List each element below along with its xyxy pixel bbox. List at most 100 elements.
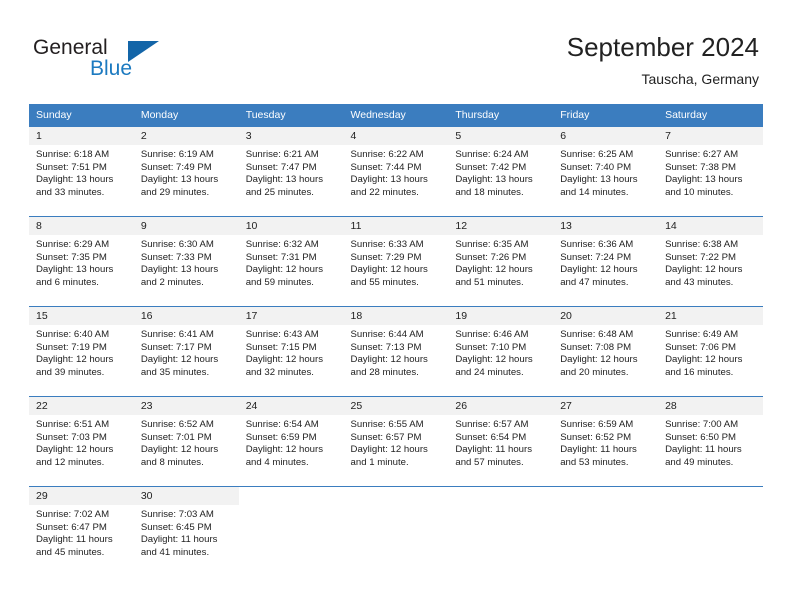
sunset-text: Sunset: 7:33 PM [140, 251, 212, 263]
day-details: Sunrise: 6:22 AM Sunset: 7:44 PM Daylight:… [344, 145, 449, 199]
day-cell[interactable]: 23 Sunrise: 6:52 AM Sunset: 7:01 PM Dayligh… [133, 396, 239, 487]
day-cell[interactable]: 6 Sunrise: 6:25 AM Sunset: 7:40 PM Daylight… [553, 126, 659, 217]
sunset-text: Sunset: 6:54 PM [455, 431, 527, 443]
day-cell[interactable]: 1 Sunrise: 6:18 AM Sunset: 7:51 PM Daylight… [29, 126, 134, 217]
sunset-text: Sunset: 6:50 PM [665, 431, 736, 443]
daylight-text-line1: Daylight: 13 hours [140, 264, 219, 276]
day-cell[interactable]: 17 Sunrise: 6:43 AM Sunset: 7:15 PM Dayligh… [238, 306, 344, 397]
daylight-text-line2: and 28 minutes. [350, 366, 419, 378]
day-cell[interactable]: 4 Sunrise: 6:22 AM Sunset: 7:44 PM Daylight… [343, 126, 449, 217]
day-cell[interactable]: 25 Sunrise: 6:55 AM Sunset: 6:57 PM Dayligh… [343, 396, 449, 487]
day-details: Sunrise: 6:41 AM Sunset: 7:17 PM Daylight:… [134, 325, 239, 379]
day-cell[interactable]: 26 Sunrise: 6:57 AM Sunset: 6:54 PM Dayligh… [448, 396, 554, 487]
sunrise-text: Sunrise: 7:02 AM [36, 509, 110, 520]
daylight-text-line2: and 51 minutes. [455, 276, 524, 288]
day-cell[interactable]: 8 Sunrise: 6:29 AM Sunset: 7:35 PM Daylight… [29, 216, 134, 307]
day-details: Sunrise: 6:25 AM Sunset: 7:40 PM Daylight:… [553, 145, 658, 199]
day-cell[interactable]: 11 Sunrise: 6:33 AM Sunset: 7:29 PM Dayligh… [343, 216, 449, 307]
daylight-text-line1: Daylight: 12 hours [36, 354, 114, 366]
day-cell[interactable]: 2 Sunrise: 6:19 AM Sunset: 7:49 PM Daylight… [133, 126, 239, 217]
sunrise-text: Sunrise: 6:55 AM [350, 419, 424, 430]
sunset-text: Sunset: 7:19 PM [36, 341, 107, 353]
daylight-text-line1: Daylight: 12 hours [245, 264, 324, 276]
daylight-text-line2: and 24 minutes. [455, 366, 524, 378]
weekday-header-wednesday: Wednesday [343, 104, 449, 127]
daylight-text-line1: Daylight: 13 hours [455, 174, 533, 186]
day-details: Sunrise: 7:02 AM Sunset: 6:47 PM Daylight:… [29, 505, 134, 559]
sunset-text: Sunset: 7:15 PM [245, 341, 317, 353]
sunset-text: Sunset: 7:17 PM [140, 341, 212, 353]
sunset-text: Sunset: 7:29 PM [350, 251, 422, 263]
day-cell[interactable]: 24 Sunrise: 6:54 AM Sunset: 6:59 PM Dayligh… [238, 396, 344, 487]
day-cell[interactable]: 13 Sunrise: 6:36 AM Sunset: 7:24 PM Dayligh… [553, 216, 659, 307]
daylight-text-line1: Daylight: 11 hours [665, 444, 742, 456]
day-cell[interactable]: 29 Sunrise: 7:02 AM Sunset: 6:47 PM Dayligh… [29, 486, 134, 576]
daylight-text-line2: and 55 minutes. [350, 276, 419, 288]
daylight-text-line1: Daylight: 12 hours [36, 444, 114, 456]
day-cell[interactable]: 16 Sunrise: 6:41 AM Sunset: 7:17 PM Dayligh… [133, 306, 239, 397]
daylight-text-line2: and 33 minutes. [36, 186, 105, 198]
sunrise-text: Sunrise: 6:30 AM [140, 239, 214, 250]
sunrise-text: Sunrise: 6:49 AM [665, 329, 739, 340]
sunrise-text: Sunrise: 6:57 AM [455, 419, 529, 430]
sunset-text: Sunset: 7:47 PM [245, 161, 317, 173]
daylight-text-line2: and 35 minutes. [140, 366, 210, 378]
day-cell[interactable]: 5 Sunrise: 6:24 AM Sunset: 7:42 PM Daylight… [448, 126, 554, 217]
daylight-text-line1: Daylight: 12 hours [665, 264, 743, 276]
week-row: 8 Sunrise: 6:29 AM Sunset: 7:35 PM Daylight… [29, 216, 763, 307]
general-blue-logo[interactable]: General Blue [33, 36, 233, 86]
sunset-text: Sunset: 7:35 PM [36, 251, 107, 263]
sunset-text: Sunset: 7:26 PM [455, 251, 527, 263]
sunset-text: Sunset: 6:47 PM [36, 521, 107, 533]
title-block: September 2024 Tauscha, Germany [567, 30, 759, 89]
day-cell[interactable]: 9 Sunrise: 6:30 AM Sunset: 7:33 PM Daylight… [133, 216, 239, 307]
day-cell[interactable]: 19 Sunrise: 6:46 AM Sunset: 7:10 PM Dayligh… [448, 306, 554, 397]
day-cell[interactable]: 30 Sunrise: 7:03 AM Sunset: 6:45 PM Dayligh… [133, 486, 239, 576]
day-number: 22 [29, 397, 134, 415]
weekday-header-row: Sunday Monday Tuesday Wednesday Thursday… [29, 104, 763, 127]
sunset-text: Sunset: 7:49 PM [140, 161, 212, 173]
daylight-text-line1: Daylight: 12 hours [665, 354, 743, 366]
sunset-text: Sunset: 7:44 PM [350, 161, 422, 173]
calendar-header: Sunday Monday Tuesday Wednesday Thursday… [29, 104, 763, 127]
day-number [238, 487, 344, 505]
sunrise-text: Sunrise: 6:48 AM [560, 329, 634, 340]
day-cell[interactable]: 7 Sunrise: 6:27 AM Sunset: 7:38 PM Daylight… [658, 126, 763, 217]
day-cell[interactable]: 21 Sunrise: 6:49 AM Sunset: 7:06 PM Dayligh… [658, 306, 763, 397]
day-cell[interactable]: 10 Sunrise: 6:32 AM Sunset: 7:31 PM Dayligh… [238, 216, 344, 307]
daylight-text-line2: and 39 minutes. [36, 366, 105, 378]
logo-text-blue: Blue [90, 57, 133, 80]
day-details: Sunrise: 6:43 AM Sunset: 7:15 PM Daylight:… [239, 325, 344, 379]
day-number: 23 [133, 397, 239, 415]
day-number: 25 [343, 397, 449, 415]
day-cell[interactable]: 18 Sunrise: 6:44 AM Sunset: 7:13 PM Dayligh… [343, 306, 449, 397]
day-number [553, 487, 659, 505]
week-row: 1 Sunrise: 6:18 AM Sunset: 7:51 PM Daylight… [29, 126, 763, 217]
day-cell[interactable]: 22 Sunrise: 6:51 AM Sunset: 7:03 PM Dayligh… [29, 396, 134, 487]
sunrise-text: Sunrise: 6:54 AM [245, 419, 319, 430]
day-number: 10 [238, 217, 344, 235]
day-details: Sunrise: 6:46 AM Sunset: 7:10 PM Daylight:… [448, 325, 553, 379]
day-details: Sunrise: 6:44 AM Sunset: 7:13 PM Daylight:… [344, 325, 449, 379]
daylight-text-line2: and 29 minutes. [140, 186, 210, 198]
day-cell[interactable]: 20 Sunrise: 6:48 AM Sunset: 7:08 PM Dayligh… [553, 306, 659, 397]
day-cell[interactable]: 15 Sunrise: 6:40 AM Sunset: 7:19 PM Dayligh… [29, 306, 134, 397]
daylight-text-line1: Daylight: 11 hours [455, 444, 532, 456]
sunset-text: Sunset: 7:51 PM [36, 161, 107, 173]
daylight-text-line2: and 4 minutes. [245, 456, 309, 468]
weekday-header-thursday: Thursday [448, 104, 554, 127]
day-cell[interactable]: 27 Sunrise: 6:59 AM Sunset: 6:52 PM Dayligh… [553, 396, 659, 487]
day-number [658, 487, 763, 505]
daylight-text-line2: and 53 minutes. [560, 456, 629, 468]
day-cell[interactable]: 28 Sunrise: 7:00 AM Sunset: 6:50 PM Dayligh… [658, 396, 763, 487]
sunrise-text: Sunrise: 7:00 AM [665, 419, 739, 430]
page-title: September 2024 [566, 32, 759, 62]
daylight-text-line2: and 45 minutes. [36, 546, 105, 558]
day-cell[interactable]: 14 Sunrise: 6:38 AM Sunset: 7:22 PM Dayligh… [658, 216, 763, 307]
daylight-text-line1: Daylight: 13 hours [36, 264, 114, 276]
day-cell[interactable]: 12 Sunrise: 6:35 AM Sunset: 7:26 PM Dayligh… [448, 216, 554, 307]
day-details: Sunrise: 6:21 AM Sunset: 7:47 PM Daylight:… [239, 145, 344, 199]
day-cell[interactable]: 3 Sunrise: 6:21 AM Sunset: 7:47 PM Daylight… [238, 126, 344, 217]
day-number: 15 [29, 307, 134, 325]
day-details: Sunrise: 6:55 AM Sunset: 6:57 PM Daylight:… [344, 415, 449, 469]
